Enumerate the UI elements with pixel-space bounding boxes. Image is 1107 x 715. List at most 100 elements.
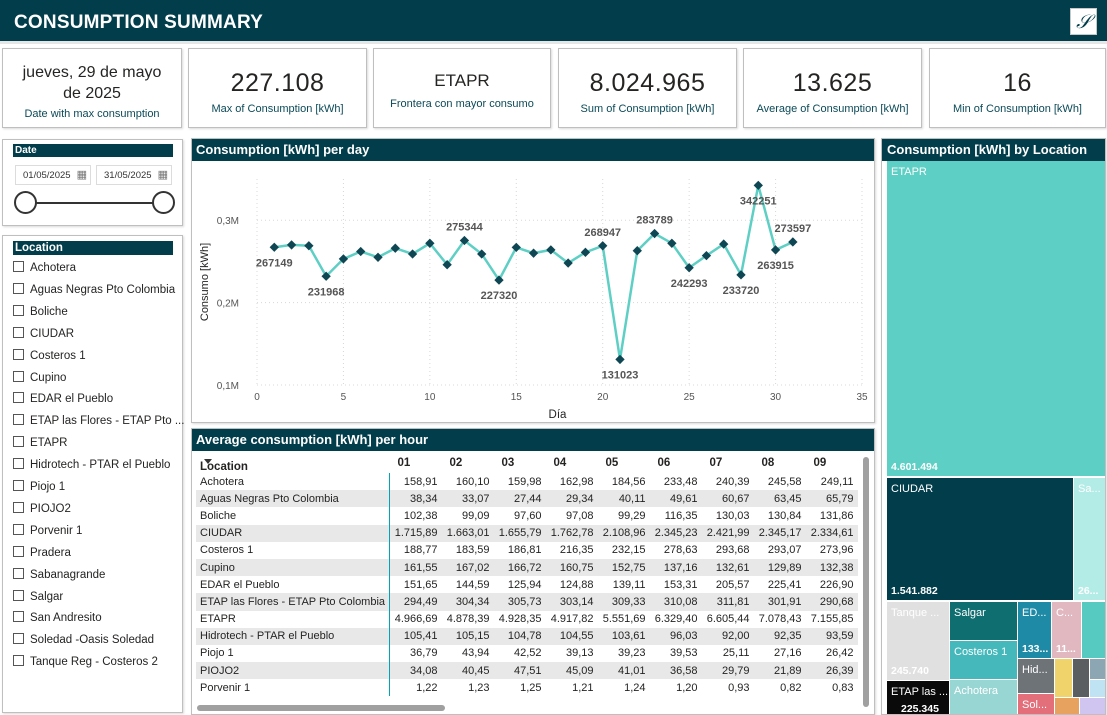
location-option[interactable]: Cupino [13,370,66,391]
line-chart-svg: 0 5 10 15 20 25 30 35 0,1M 0,2M 0,3M Día Consumo [kW… [199,179,868,421]
location-option[interactable]: ETAPR [13,436,68,456]
checkbox[interactable] [13,655,24,667]
treemap-tile[interactable]: ETAPR 4.601.494 [887,161,1105,476]
checkbox[interactable] [13,282,24,294]
checkbox[interactable] [13,523,24,535]
cell-value: 4.928,35 [498,613,542,626]
treemap-tile[interactable]: C... 11... [1052,602,1081,658]
location-option[interactable]: Porvenir 1 [13,523,82,544]
location-option[interactable]: Piojo 1 [13,480,65,500]
cell-value: 161,55 [389,558,442,577]
cell-value: 63,45 [753,490,806,508]
location-option[interactable]: Costeros 1 [13,348,86,369]
checkbox[interactable] [13,370,24,382]
location-option[interactable]: Tanque Reg - Costeros 2 [13,655,158,675]
column-header[interactable]: Location [196,453,390,473]
column-header[interactable]: 01 [390,453,442,473]
frontera-value: ETAPR [434,71,490,90]
treemap-tile[interactable]: ED... 133... [1018,602,1051,658]
treemap-tile[interactable]: CIUDAR 1.541.882 [887,478,1073,600]
checkbox[interactable] [13,611,24,623]
treemap-tile[interactable]: Tanque ... 245.740 [887,602,949,680]
checkbox[interactable] [13,545,24,557]
treemap-tile[interactable] [1073,659,1089,697]
location-option[interactable]: Hidrotech - PTAR el Pueblo [13,458,170,478]
location-option[interactable]: San Andresito [13,611,102,631]
checkbox[interactable] [13,326,24,338]
data-label: 268947 [584,227,621,239]
column-header[interactable]: 08 [754,453,806,473]
treemap-tile[interactable] [1055,659,1072,697]
location-option[interactable]: CIUDAR [13,326,74,347]
start-date-input[interactable]: 01/05/2025 ▦ [15,165,91,185]
end-date-input[interactable]: 31/05/2025 ▦ [96,165,172,185]
date-range-end-handle[interactable] [152,191,175,214]
cell-value: 97,08 [566,509,594,522]
treemap-tile[interactable]: Hid... [1018,659,1054,693]
column-header[interactable]: 07 [702,453,754,473]
location-option[interactable]: Aguas Negras Pto Colombia [13,282,175,303]
treemap-tile[interactable]: Sa... 26... [1074,478,1105,600]
tile-label: Hid... [1022,664,1048,676]
checkbox[interactable] [13,348,24,360]
checkbox[interactable] [13,589,24,601]
column-header[interactable]: 02 [442,453,494,473]
checkbox[interactable] [13,436,24,448]
treemap-tile[interactable] [1090,680,1105,697]
checkbox[interactable] [13,501,24,513]
cell-value: 1,23 [468,681,490,694]
checkbox[interactable] [13,567,24,579]
column-header[interactable]: 09 [806,453,858,473]
vertical-scrollbar[interactable] [863,457,869,707]
calendar-icon[interactable]: ▦ [158,168,168,181]
treemap-tile[interactable]: Achotera [950,680,1017,714]
calendar-icon[interactable]: ▦ [77,168,87,181]
location-option[interactable]: Soledad -Oasis Soledad [13,633,154,653]
treemap-tile[interactable]: Salgar [950,602,1017,640]
row-location: Porvenir 1 [196,679,391,697]
treemap-tile[interactable] [1090,659,1105,679]
location-option-label: Tanque Reg - Costeros 2 [30,656,158,669]
location-option[interactable]: Boliche [13,304,68,325]
location-option[interactable]: Pradera [13,545,71,566]
column-header[interactable]: 06 [650,453,702,473]
location-option[interactable]: Achotera [13,261,76,281]
column-header[interactable]: 04 [546,453,598,473]
tile-label: Salgar [954,607,986,619]
location-option[interactable]: EDAR el Pueblo [13,392,113,412]
cell-value: 2.421,99 [701,524,754,542]
location-option[interactable]: ETAP las Flores - ETAP Pto ... [13,414,184,434]
horizontal-scrollbar[interactable] [197,705,445,711]
treemap-tile[interactable] [1080,698,1105,714]
data-label: 283789 [636,215,673,227]
checkbox[interactable] [13,633,24,645]
location-option-label: Piojo 1 [30,481,66,493]
tile-label: Sol... [1022,699,1048,711]
treemap-tile[interactable] [1082,602,1105,658]
treemap-tile[interactable]: Sol... [1018,694,1054,714]
tile-label: C... [1056,607,1074,619]
checkbox[interactable] [13,480,24,491]
treemap-tile[interactable] [1055,698,1079,714]
data-label: 233720 [723,285,760,297]
cell-value: 167,02 [441,558,494,577]
checkbox[interactable] [13,414,24,426]
location-option[interactable]: Salgar [13,589,63,610]
column-header[interactable]: 05 [598,453,650,473]
treemap-tile[interactable]: Costeros 1 [950,641,1017,679]
checkbox[interactable] [13,458,24,470]
frontera-label: Frontera con mayor consumo [390,98,534,110]
data-point [286,240,297,250]
checkbox[interactable] [13,304,24,316]
checkbox[interactable] [13,392,24,404]
cell-value: 186,81 [507,544,542,557]
treemap-tile[interactable]: ETAP las ... 225.345 [887,681,949,714]
date-range-start-handle[interactable] [14,191,37,214]
data-point [788,237,798,247]
checkbox[interactable] [13,261,24,272]
cell-value: 273,96 [819,544,854,557]
date-range-track [25,202,167,204]
column-header[interactable]: 03 [494,453,546,473]
location-option[interactable]: Sabanagrande [13,567,105,588]
location-option[interactable]: PIOJO2 [13,501,71,522]
